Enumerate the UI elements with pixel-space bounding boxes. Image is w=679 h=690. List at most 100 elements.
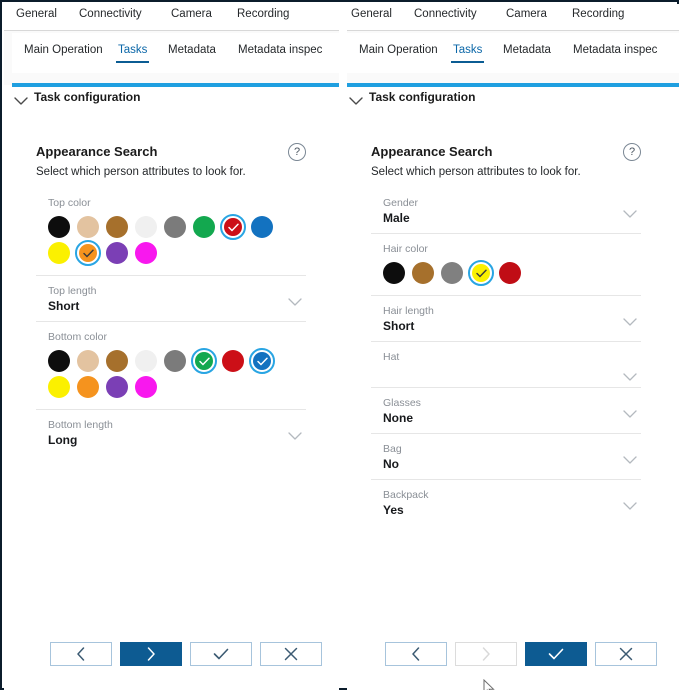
previous-button[interactable] [385,642,447,666]
cancel-button[interactable] [260,642,322,666]
check-icon [213,648,229,660]
swatch-top-color-beige[interactable] [77,216,99,238]
check-icon [548,648,564,660]
swatch-bottom-color-white[interactable] [135,350,157,372]
swatch-top-color-grey[interactable] [164,216,186,238]
top-tab-connectivity[interactable]: Connectivity [79,8,142,20]
sub-tab-metadata-inspec[interactable]: Metadata inspec [238,44,322,56]
hair-length-label: Hair length [383,305,434,317]
swatch-bottom-color-green[interactable] [191,348,217,374]
sub-tab-metadata[interactable]: Metadata [503,44,551,56]
chevron-down-icon[interactable] [349,93,363,107]
sub-tab-metadata[interactable]: Metadata [168,44,216,56]
top-tab-connectivity[interactable]: Connectivity [414,8,477,20]
task-configuration-label: Task configuration [369,90,476,104]
swatch-top-color-red[interactable] [220,214,246,240]
confirm-button[interactable] [525,642,587,666]
confirm-button[interactable] [190,642,252,666]
next-button[interactable] [120,642,182,666]
help-icon[interactable]: ? [288,143,306,161]
top-length-value: Short [48,299,80,313]
swatch-top-color-black[interactable] [48,216,70,238]
top-tab-general[interactable]: General [351,8,392,20]
chevron-down-icon[interactable] [623,406,637,418]
sub-tab-tasks[interactable]: Tasks [115,44,150,63]
chevron-down-icon[interactable] [623,314,637,326]
task-configuration-header[interactable]: Task configuration [12,90,339,116]
task-configuration-label: Task configuration [34,90,141,104]
accent-bar-area [4,73,339,87]
sub-tab-main-operation[interactable]: Main Operation [24,44,103,56]
swatch-bottom-color-beige[interactable] [77,350,99,372]
swatch-bottom-color-yellow[interactable] [48,376,70,398]
cancel-button[interactable] [595,642,657,666]
swatch-hair-color-yellow[interactable] [468,260,494,286]
sub-tab-bar: Main Operation Tasks Metadata Metadata insp… [347,31,679,74]
page-subtitle: Select which person attributes to look f… [36,166,246,178]
swatch-top-color-purple[interactable] [106,242,128,264]
swatch-bottom-color-red[interactable] [222,350,244,372]
top-color-swatches [48,210,306,268]
swatch-top-color-green[interactable] [193,216,215,238]
swatch-top-color-brown[interactable] [106,216,128,238]
chevron-down-icon[interactable] [623,369,637,381]
top-tab-recording[interactable]: Recording [572,8,624,20]
swatch-hair-color-brown[interactable] [412,262,434,284]
left-panel-content: General Connectivity Camera Recording Main O… [4,4,339,690]
field-backpack[interactable]: Backpack Yes [371,480,641,525]
previous-button[interactable] [50,642,112,666]
swatch-bottom-color-black[interactable] [48,350,70,372]
task-configuration-header[interactable]: Task configuration [347,90,679,116]
backpack-value: Yes [383,503,404,517]
field-hair-color: Hair color [371,234,641,296]
chevron-right-icon [481,647,491,661]
swatch-bottom-color-blue[interactable] [249,348,275,374]
swatch-top-color-magenta[interactable] [135,242,157,264]
next-button [455,642,517,666]
chevron-down-icon[interactable] [288,294,302,306]
swatch-bottom-color-magenta[interactable] [135,376,157,398]
field-top-color: Top color [36,188,306,276]
field-top-length[interactable]: Top length Short [36,276,306,322]
chevron-down-icon[interactable] [288,428,302,440]
swatch-hair-color-grey[interactable] [441,262,463,284]
help-icon[interactable]: ? [623,143,641,161]
field-hat[interactable]: Hat [371,342,641,388]
field-bag[interactable]: Bag No [371,434,641,480]
swatch-bottom-color-brown[interactable] [106,350,128,372]
sub-tab-tasks[interactable]: Tasks [450,44,485,63]
swatch-bottom-color-grey[interactable] [164,350,186,372]
sub-tab-metadata-inspec[interactable]: Metadata inspec [573,44,657,56]
chevron-down-icon[interactable] [623,498,637,510]
sub-tab-main-operation[interactable]: Main Operation [359,44,438,56]
swatch-bottom-color-purple[interactable] [106,376,128,398]
top-tab-bar: General Connectivity Camera Recording [4,4,339,31]
swatch-top-color-orange[interactable] [75,240,101,266]
top-tab-bar: General Connectivity Camera Recording [347,4,679,31]
top-tab-camera[interactable]: Camera [506,8,547,20]
hat-value [383,364,641,380]
page-title: Appearance Search [36,144,158,159]
swatch-top-color-blue[interactable] [251,216,273,238]
swatch-top-color-yellow[interactable] [48,242,70,264]
swatch-top-color-white[interactable] [135,216,157,238]
chevron-down-icon[interactable] [623,206,637,218]
field-glasses[interactable]: Glasses None [371,388,641,434]
swatch-bottom-color-orange[interactable] [77,376,99,398]
field-bottom-length[interactable]: Bottom length Long [36,410,306,455]
top-tab-camera[interactable]: Camera [171,8,212,20]
chevron-down-icon[interactable] [14,93,28,107]
swatch-row [48,348,306,376]
top-tab-recording[interactable]: Recording [237,8,289,20]
field-gender[interactable]: Gender Male [371,188,641,234]
swatch-hair-color-black[interactable] [383,262,405,284]
bottom-length-value: Long [48,433,78,447]
swatch-hair-color-red[interactable] [499,262,521,284]
backpack-label: Backpack [383,489,429,501]
field-hair-length[interactable]: Hair length Short [371,296,641,342]
application-window: General Connectivity Camera Recording Main O… [0,0,679,690]
top-tab-general[interactable]: General [16,8,57,20]
chevron-down-icon[interactable] [623,452,637,464]
bag-value: No [383,457,399,471]
panel-content: Appearance Search Select which person att… [347,116,679,690]
